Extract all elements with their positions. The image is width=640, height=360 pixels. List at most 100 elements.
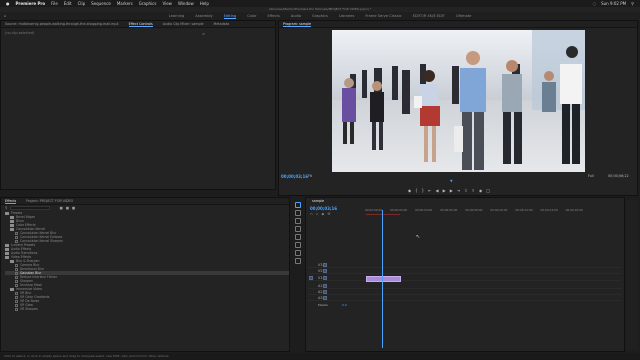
clock[interactable]: Sun 9:02 PM — [601, 1, 626, 6]
workspace-ultimate[interactable]: Ultimate — [456, 14, 471, 18]
menu-file[interactable]: File — [51, 1, 58, 6]
go-to-out-icon[interactable]: ⇥ — [457, 188, 460, 193]
workspace-effects[interactable]: Effects — [268, 14, 280, 18]
timeline-ruler[interactable]: 00;00;00;00 00;00;02;00 00;00;04;00 00;0… — [365, 208, 622, 216]
tools-panel — [293, 200, 303, 350]
marker-icon[interactable]: ◆ — [408, 188, 411, 193]
selection-tool-icon[interactable] — [295, 202, 301, 208]
track-v1[interactable]: V1 — [308, 275, 622, 281]
search-icon[interactable]: ⚲ — [631, 1, 634, 6]
menu-view[interactable]: View — [162, 1, 172, 6]
mark-out-icon[interactable]: } — [422, 188, 425, 193]
workspace-assembly[interactable]: Assembly — [195, 14, 212, 18]
home-icon[interactable]: ⌂ — [4, 14, 6, 18]
export-frame-icon[interactable]: ◉ — [479, 188, 483, 193]
effects-tree-label: VR Sharpen — [20, 307, 39, 311]
workspace-color[interactable]: Color — [247, 14, 256, 18]
step-forward-icon[interactable]: ▶ — [450, 188, 453, 193]
menu-edit[interactable]: Edit — [64, 1, 72, 6]
add-marker-icon[interactable]: ◆ — [321, 212, 324, 216]
toggle-sync-lock-icon[interactable] — [323, 290, 327, 294]
timeline-clip-v1[interactable] — [366, 276, 401, 282]
workspace-graphics[interactable]: Graphics — [312, 14, 328, 18]
tab-metadata[interactable]: Metadata — [214, 22, 230, 26]
tab-effect-controls[interactable]: Effect Controls — [128, 22, 153, 27]
lift-icon[interactable]: ⇧ — [464, 188, 467, 193]
mark-in-icon[interactable]: { — [415, 188, 418, 193]
effect-icon — [15, 295, 18, 299]
step-back-icon[interactable]: ◀ — [436, 188, 439, 193]
compare-icon[interactable]: □ — [486, 188, 490, 193]
folder-icon — [5, 255, 9, 259]
32bit-filter-icon[interactable]: ■ — [66, 206, 69, 210]
source-patch-v1[interactable] — [309, 276, 313, 280]
effects-tree: Presets Bevel Edges Blurs Color Effects Conv… — [1, 211, 289, 311]
track-v2[interactable]: V2 — [308, 268, 622, 274]
timeline-tab[interactable]: sample — [312, 199, 324, 203]
menu-markers[interactable]: Markers — [117, 1, 133, 6]
yuv-filter-icon[interactable]: ■ — [72, 206, 75, 210]
fit-dropdown[interactable]: Fit — [308, 174, 312, 178]
toggle-sync-lock-icon[interactable] — [323, 284, 327, 288]
playhead[interactable] — [382, 210, 383, 348]
scrub-marker-icon[interactable]: ▼ — [450, 179, 453, 183]
mall-crowd-image — [332, 30, 585, 172]
wifi-icon[interactable]: ◌ — [593, 1, 597, 6]
go-to-in-icon[interactable]: ⇤ — [428, 188, 431, 193]
master-value[interactable]: 0.0 — [342, 303, 347, 307]
type-tool-icon[interactable] — [295, 258, 301, 264]
folder-icon — [5, 247, 9, 251]
transport-buttons: ◆ { } ⇤ ◀ ▶ ▶ ⇥ ⇧ ⇪ ◉ □ — [408, 188, 490, 193]
pen-tool-icon[interactable] — [295, 242, 301, 248]
workspace-editor-4k[interactable]: EDITOR 4K/8 EDIT — [413, 14, 445, 18]
apple-icon[interactable]: ● — [6, 1, 10, 6]
extract-icon[interactable]: ⇪ — [471, 188, 474, 193]
workspace-learning[interactable]: Learning — [169, 14, 185, 18]
workspace-editing[interactable]: Editing — [223, 14, 237, 19]
ruler-tick: 00;00;12;00 — [515, 208, 533, 212]
tab-program[interactable]: Program: sample — [283, 22, 312, 27]
program-video-frame[interactable] — [332, 30, 585, 172]
track-select-tool-icon[interactable] — [295, 210, 301, 216]
menu-help[interactable]: Help — [200, 1, 209, 6]
program-timecode[interactable]: 00;00;03;16 — [281, 174, 308, 179]
quality-dropdown[interactable]: Full — [588, 174, 594, 178]
mac-menu-bar: ● Premiere Pro File Edit Clip Sequence M… — [0, 0, 640, 7]
tab-source[interactable]: Source: motionarray-people-walking-throu… — [5, 22, 119, 26]
slip-tool-icon[interactable] — [295, 234, 301, 240]
snap-icon[interactable]: ∩ — [310, 212, 313, 216]
effects-tree-item[interactable]: VR Sharpen — [5, 307, 289, 311]
workspace-audio[interactable]: Audio — [291, 14, 301, 18]
timeline-timecode[interactable]: 00;00;03;16 — [310, 206, 337, 211]
toggle-sync-lock-icon[interactable] — [323, 296, 327, 300]
tab-project[interactable]: Project: PROJECT FOR VIDEO — [26, 199, 73, 203]
tab-effects[interactable]: Effects — [5, 199, 17, 204]
linked-selection-icon[interactable]: ∞ — [316, 212, 319, 216]
accelerated-filter-icon[interactable]: ■ — [59, 206, 62, 210]
work-area-bar[interactable] — [366, 214, 400, 215]
menu-window[interactable]: Window — [178, 1, 194, 6]
razor-tool-icon[interactable] — [295, 226, 301, 232]
folder-icon — [10, 219, 14, 223]
wrench-icon[interactable]: ⚒ — [327, 212, 330, 216]
hand-tool-icon[interactable] — [295, 250, 301, 256]
app-name-menu[interactable]: Premiere Pro — [16, 1, 46, 6]
menu-clip[interactable]: Clip — [78, 1, 86, 6]
toggle-sync-lock-icon[interactable] — [323, 276, 327, 280]
play-icon[interactable]: ▶ — [443, 188, 446, 193]
program-monitor-controls: 00;00;03;16 Fit Full 00;00;06;22 ▼ ◆ { }… — [278, 172, 636, 194]
effects-search-input[interactable] — [10, 206, 51, 210]
toggle-sync-lock-icon[interactable] — [323, 263, 327, 267]
ruler-tick: 00;00;04;00 — [415, 208, 433, 212]
toggle-sync-lock-icon[interactable] — [323, 269, 327, 273]
tab-audio-clip-mixer[interactable]: Audio Clip Mixer: sample — [163, 22, 204, 26]
menu-graphics[interactable]: Graphics — [139, 1, 157, 6]
workspace-libraries[interactable]: Libraries — [339, 14, 355, 18]
track-label: V1 — [318, 276, 323, 280]
panel-menu-icon[interactable]: ≡ — [202, 32, 205, 36]
effect-controls-tabs: Source: motionarray-people-walking-throu… — [1, 21, 275, 28]
ripple-edit-tool-icon[interactable] — [295, 218, 301, 224]
menu-sequence[interactable]: Sequence — [91, 1, 111, 6]
track-a3[interactable]: A3 — [308, 295, 622, 301]
workspace-frame-serve[interactable]: Frame Serve Classic — [365, 14, 401, 18]
